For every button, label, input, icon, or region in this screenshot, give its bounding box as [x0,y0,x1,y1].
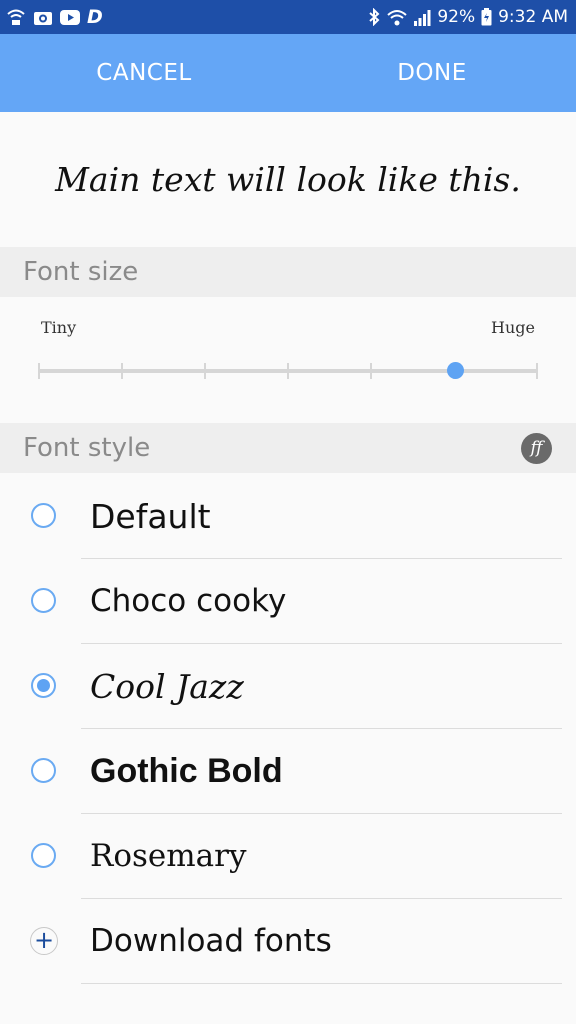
done-button[interactable]: DONE [332,34,532,112]
font-option-label: Rosemary [90,838,247,874]
radio-button[interactable] [31,503,56,528]
camera-icon [33,9,53,26]
youtube-icon [60,9,80,25]
font-size-max-label: Huge [491,318,535,337]
bluetooth-icon [367,8,381,26]
status-left-icons: D [6,6,103,28]
font-size-header-label: Font size [23,257,139,287]
font-preview-text: Main text will look like this. [55,159,521,199]
font-option-label: Cool Jazz [90,667,244,706]
clock: 9:32 AM [498,7,568,27]
status-bar: D 92% 9:32 AM [0,0,576,34]
divider [81,983,562,984]
slider-tick [121,363,123,379]
font-ff-icon[interactable]: ff [521,433,552,464]
font-style-list: Default Choco cooky Cool Jazz Gothic Bol… [0,474,576,984]
font-option-default[interactable]: Default [0,474,576,559]
radio-button[interactable] [31,673,56,698]
cancel-button[interactable]: CANCEL [44,34,244,112]
plus-icon: + [30,927,58,955]
font-option-rosemary[interactable]: Rosemary [0,814,576,899]
wifi-calling-icon [6,8,26,26]
slider-thumb[interactable] [446,362,464,379]
font-option-label: Choco cooky [90,583,287,619]
download-fonts-item[interactable]: + Download fonts [0,899,576,984]
radio-button[interactable] [31,843,56,868]
slider-tick [370,363,372,379]
radio-button[interactable] [31,758,56,783]
slider-tick [287,363,289,379]
font-size-header: Font size [0,247,576,297]
font-size-slider[interactable] [38,360,538,382]
slider-tick [204,363,206,379]
download-fonts-label: Download fonts [90,923,332,959]
font-option-choco-cooky[interactable]: Choco cooky [0,559,576,644]
wifi-icon [387,9,407,26]
font-size-min-label: Tiny [41,318,77,337]
slider-tick [38,363,40,379]
font-option-label: Default [90,497,211,536]
font-option-label: Gothic Bold [90,752,283,790]
slider-tick [536,363,538,379]
battery-icon [481,8,492,26]
d-app-icon: D [87,6,103,28]
battery-percent: 92% [437,7,476,27]
font-style-header-label: Font style [23,433,151,463]
status-right-icons: 92% 9:32 AM [367,6,568,28]
action-bar: CANCEL DONE [0,34,576,112]
font-option-gothic-bold[interactable]: Gothic Bold [0,729,576,814]
font-option-cool-jazz[interactable]: Cool Jazz [0,644,576,729]
radio-button[interactable] [31,588,56,613]
font-style-header: Font style ff [0,423,576,473]
signal-icon [413,9,431,26]
